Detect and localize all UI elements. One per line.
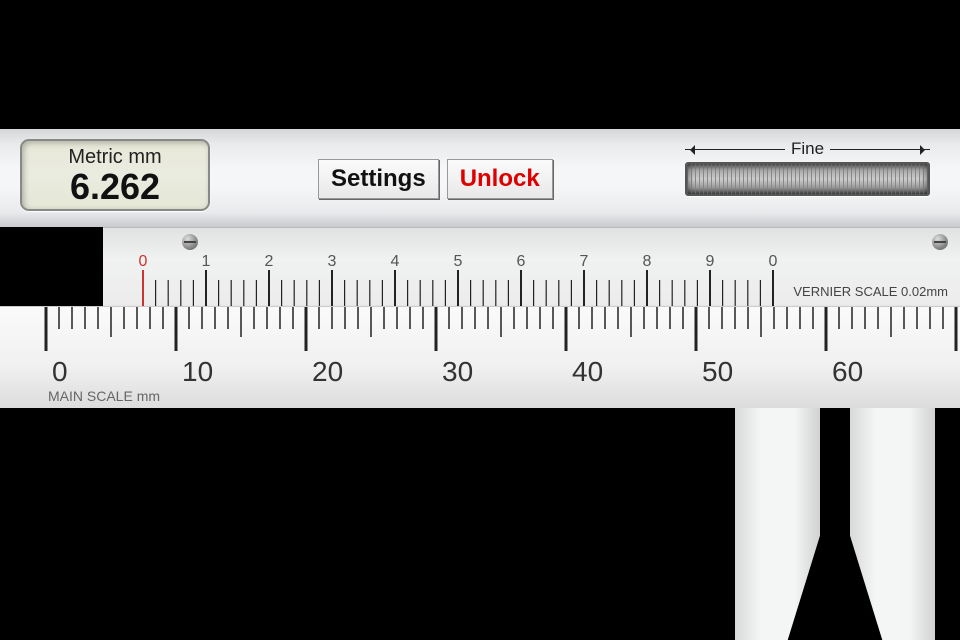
fine-adjust: Fine	[685, 139, 930, 196]
svg-text:20: 20	[312, 356, 343, 387]
svg-text:2: 2	[265, 253, 274, 270]
svg-text:0: 0	[769, 253, 778, 270]
svg-text:0: 0	[52, 356, 68, 387]
caliper-jaws	[735, 408, 935, 640]
svg-text:7: 7	[580, 253, 589, 270]
arrow-left-icon	[685, 149, 785, 150]
jaw-gap	[820, 408, 850, 547]
svg-text:6: 6	[517, 253, 526, 270]
svg-text:30: 30	[442, 356, 473, 387]
measurement-display: Metric mm 6.262	[20, 139, 210, 211]
button-row: Settings Unlock	[318, 159, 553, 199]
fine-wheel[interactable]	[685, 162, 930, 196]
main-scale[interactable]: 0 10 20 30 40 50 60 MAIN SCALE mm	[0, 306, 960, 408]
svg-text:5: 5	[454, 253, 463, 270]
vernier-scale[interactable]: 0 1 2 3 4 5 6 7 8 9 0 VERNIER SCALE 0.02mm	[103, 227, 960, 306]
jaw-right	[850, 408, 935, 640]
svg-text:10: 10	[182, 356, 213, 387]
fine-label-row: Fine	[685, 139, 930, 159]
unlock-button[interactable]: Unlock	[447, 159, 553, 199]
vernier-scale-label: VERNIER SCALE 0.02mm	[793, 284, 948, 299]
screw-icon	[182, 234, 198, 250]
fine-label: Fine	[791, 139, 824, 159]
svg-text:3: 3	[328, 253, 337, 270]
svg-text:40: 40	[572, 356, 603, 387]
main-scale-label: MAIN SCALE mm	[48, 388, 160, 404]
svg-text:8: 8	[643, 253, 652, 270]
svg-text:1: 1	[202, 253, 211, 270]
svg-text:4: 4	[391, 253, 400, 270]
control-bar: Metric mm 6.262 Settings Unlock Fine	[0, 129, 960, 227]
jaw-left	[735, 408, 820, 640]
svg-text:60: 60	[832, 356, 863, 387]
svg-text:50: 50	[702, 356, 733, 387]
screw-icon	[932, 234, 948, 250]
measurement-value: 6.262	[70, 169, 160, 205]
svg-text:9: 9	[706, 253, 715, 270]
arrow-right-icon	[830, 149, 930, 150]
settings-button[interactable]: Settings	[318, 159, 439, 199]
svg-text:0: 0	[139, 253, 148, 270]
